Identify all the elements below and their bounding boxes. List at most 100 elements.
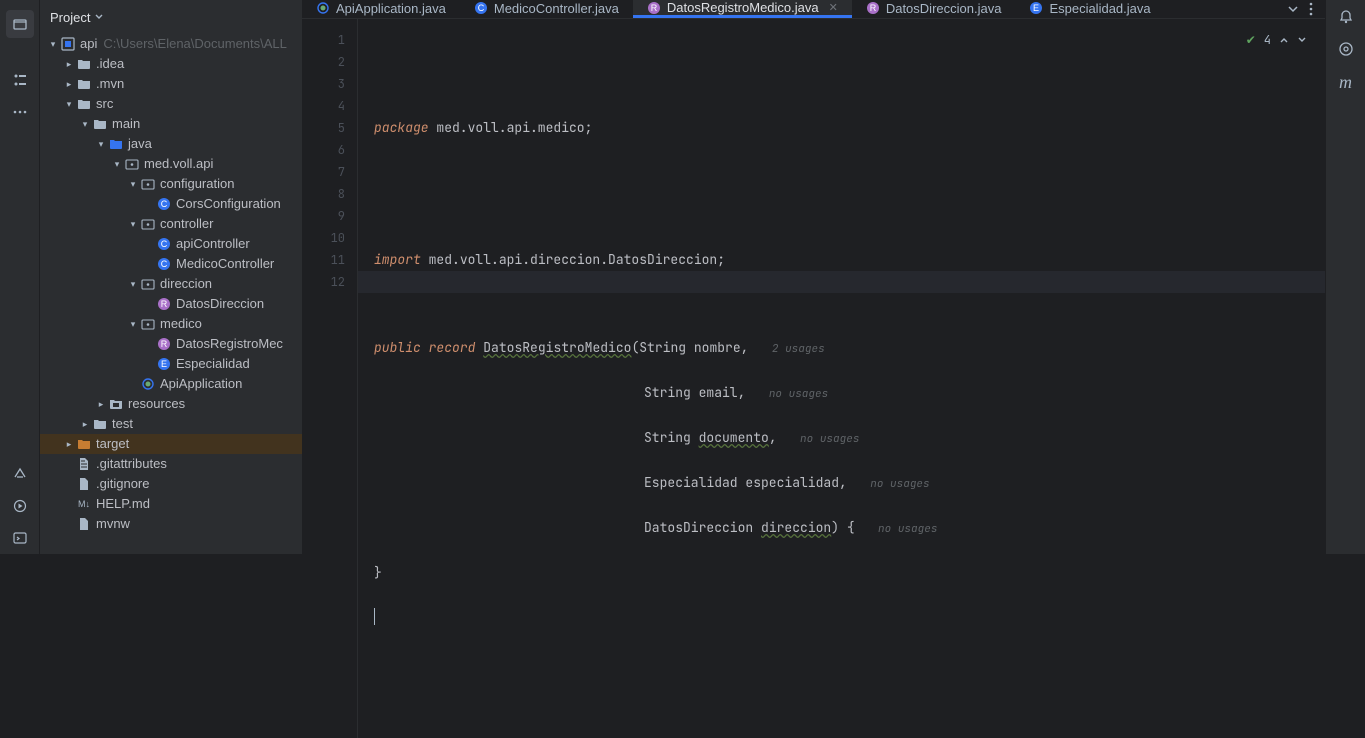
svg-text:C: C <box>161 259 168 269</box>
tree-row[interactable]: ▸test <box>40 414 302 434</box>
tree-row[interactable]: ▾med.voll.api <box>40 154 302 174</box>
tree-row[interactable]: ▾main <box>40 114 302 134</box>
project-tool-icon[interactable] <box>6 10 34 38</box>
tab-apiapplication[interactable]: ApiApplication.java <box>302 0 460 18</box>
package-icon <box>140 176 156 192</box>
run-tool-icon[interactable] <box>6 492 34 520</box>
tree-row[interactable]: ▸RDatosRegistroMec <box>40 334 302 354</box>
more-tool-icon[interactable] <box>6 98 34 126</box>
tab-medicocontroller[interactable]: C MedicoController.java <box>460 0 633 18</box>
tab-label: MedicoController.java <box>494 1 619 16</box>
svg-text:C: C <box>161 239 168 249</box>
tree-row[interactable]: ▾src <box>40 94 302 114</box>
tree-row[interactable]: ▸CCorsConfiguration <box>40 194 302 214</box>
main-area: ApiApplication.java C MedicoController.j… <box>302 0 1325 554</box>
chevron-down-icon[interactable] <box>1287 3 1299 15</box>
folder-icon <box>76 76 92 92</box>
tree-row[interactable]: ▸M↓HELP.md <box>40 494 302 514</box>
tree-root[interactable]: ▾ api C:\Users\Elena\Documents\ALL <box>40 34 302 54</box>
chevron-down-icon[interactable] <box>1297 35 1307 45</box>
maven-tool-icon[interactable]: m <box>1339 72 1352 93</box>
tab-label: ApiApplication.java <box>336 1 446 16</box>
class-icon: C <box>156 196 172 212</box>
file-icon <box>76 476 92 492</box>
record-icon: R <box>647 1 661 15</box>
close-tab-icon[interactable]: ✕ <box>829 1 838 14</box>
markdown-icon: M↓ <box>76 496 92 512</box>
module-icon <box>60 36 76 52</box>
tree-row[interactable]: ▸.idea <box>40 54 302 74</box>
enum-icon: E <box>1029 1 1043 15</box>
svg-text:E: E <box>1033 3 1039 13</box>
check-icon: ✔ <box>1246 29 1256 51</box>
file-icon <box>76 516 92 532</box>
source-folder-icon <box>108 136 124 152</box>
tree-row[interactable]: ▸.gitattributes <box>40 454 302 474</box>
left-tool-rail <box>0 0 40 554</box>
gutter: 1 2 3 4 5 6 7 8 9 10 11 12 <box>302 19 358 738</box>
svg-text:C: C <box>161 199 168 209</box>
editor-wrap: 1 2 3 4 5 6 7 8 9 10 11 12 package med.v… <box>302 19 1325 738</box>
structure-tool-icon[interactable] <box>6 66 34 94</box>
record-icon: R <box>866 1 880 15</box>
project-tree[interactable]: ▾ api C:\Users\Elena\Documents\ALL ▸.ide… <box>40 34 302 554</box>
terminal-tool-icon[interactable] <box>6 524 34 552</box>
chevron-down-icon <box>94 12 104 22</box>
package-icon <box>124 156 140 172</box>
tree-row[interactable]: ▸EEspecialidad <box>40 354 302 374</box>
folder-icon <box>92 416 108 432</box>
record-icon: R <box>156 296 172 312</box>
tab-especialidad[interactable]: E Especialidad.java <box>1015 0 1164 18</box>
spring-class-icon <box>140 376 156 392</box>
build-tool-icon[interactable] <box>6 460 34 488</box>
editor-tabs: ApiApplication.java C MedicoController.j… <box>302 0 1325 19</box>
svg-text:R: R <box>870 3 877 13</box>
enum-icon: E <box>156 356 172 372</box>
svg-text:E: E <box>161 359 167 369</box>
tree-row[interactable]: ▸mvnw <box>40 514 302 534</box>
folder-icon <box>76 96 92 112</box>
tree-row[interactable]: ▸.mvn <box>40 74 302 94</box>
svg-text:R: R <box>161 339 168 349</box>
tree-row[interactable]: ▾configuration <box>40 174 302 194</box>
tree-row[interactable]: ▸ApiApplication <box>40 374 302 394</box>
sidebar-title: Project <box>50 10 90 25</box>
project-sidebar: Project ▾ api C:\Users\Elena\Documents\A… <box>40 0 302 554</box>
tree-row[interactable]: ▸CapiController <box>40 234 302 254</box>
tree-label: api <box>80 34 97 54</box>
tree-row[interactable]: ▸RDatosDireccion <box>40 294 302 314</box>
tab-datosdireccion[interactable]: R DatosDireccion.java <box>852 0 1016 18</box>
class-icon: C <box>474 1 488 15</box>
notifications-icon[interactable] <box>1337 8 1355 26</box>
class-icon: C <box>156 236 172 252</box>
ai-assistant-icon[interactable] <box>1337 40 1355 58</box>
tree-row[interactable]: ▾java <box>40 134 302 154</box>
svg-text:R: R <box>651 3 658 13</box>
tab-label: Especialidad.java <box>1049 1 1150 16</box>
sidebar-header[interactable]: Project <box>40 0 302 34</box>
tree-row[interactable]: ▸.gitignore <box>40 474 302 494</box>
tree-row[interactable]: ▸resources <box>40 394 302 414</box>
tree-row[interactable]: ▾direccion <box>40 274 302 294</box>
tree-row-target[interactable]: ▸target <box>40 434 302 454</box>
file-icon <box>76 456 92 472</box>
tab-label: DatosRegistroMedico.java <box>667 0 819 15</box>
problem-count: 4 <box>1264 29 1271 51</box>
code-editor[interactable]: package med.voll.api.medico; import med.… <box>358 19 1325 738</box>
record-icon: R <box>156 336 172 352</box>
right-tool-rail: m <box>1325 0 1365 554</box>
tree-row[interactable]: ▾controller <box>40 214 302 234</box>
tree-row[interactable]: ▸CMedicoController <box>40 254 302 274</box>
tab-datosregistromedico[interactable]: R DatosRegistroMedico.java ✕ <box>633 0 852 18</box>
tab-label: DatosDireccion.java <box>886 1 1002 16</box>
inspection-status[interactable]: ✔ 4 <box>1246 29 1307 51</box>
package-icon <box>140 316 156 332</box>
excluded-folder-icon <box>76 436 92 452</box>
tree-row[interactable]: ▾medico <box>40 314 302 334</box>
svg-text:R: R <box>161 299 168 309</box>
chevron-up-icon[interactable] <box>1279 35 1289 45</box>
spring-class-icon <box>316 1 330 15</box>
more-icon[interactable] <box>1309 2 1313 16</box>
root-path: C:\Users\Elena\Documents\ALL <box>103 34 287 54</box>
resources-folder-icon <box>108 396 124 412</box>
